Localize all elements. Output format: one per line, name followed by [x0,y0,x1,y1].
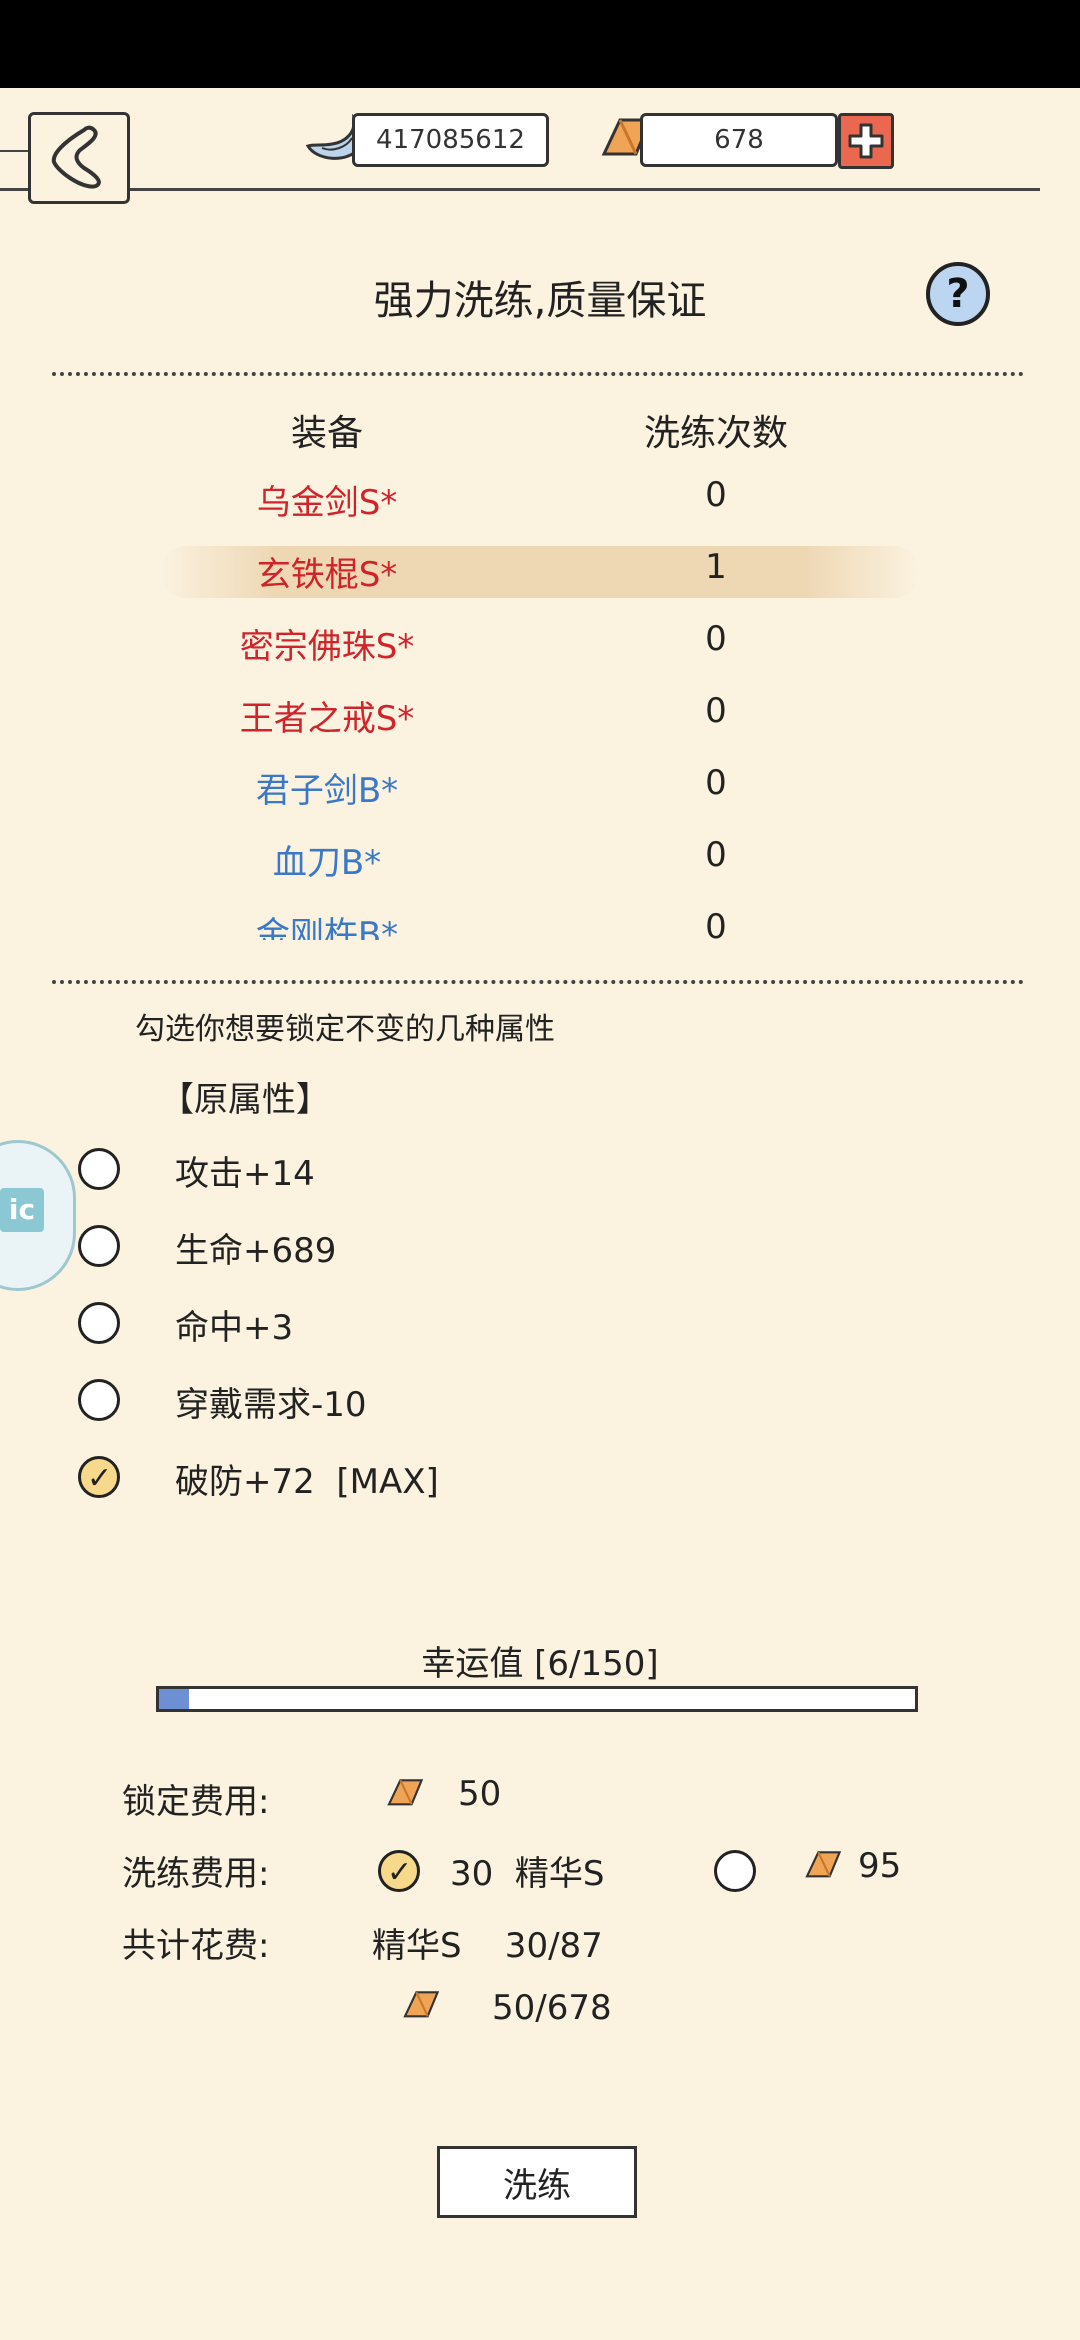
floating-assistant-icon: ic [0,1188,44,1232]
wash-cost-essence-radio[interactable]: ✓ [378,1850,420,1892]
attribute-label: 破防+72 [MAX] [175,1462,439,1502]
luck-value-label: 幸运值 [6/150] [421,1644,659,1684]
wash-cost-label: 洗练费用: [122,1854,270,1894]
attribute-lock-checkbox[interactable] [78,1225,120,1267]
wash-count: 1 [705,547,727,587]
wash-cost-essence: 30 精华S [450,1854,605,1894]
attribute-label: 命中+3 [175,1308,294,1348]
equipment-row[interactable]: 玄铁棍S* 1 [0,547,1080,607]
total-gold-cost: 50/678 [492,1988,612,2028]
equipment-row[interactable]: 血刀B* 0 [0,835,1080,895]
add-gold-button[interactable] [838,113,894,169]
gold-amount: 678 [640,113,838,167]
wash-count: 0 [705,763,727,803]
equipment-name: 血刀B* [272,843,382,883]
equipment-name: 君子剑B* [255,771,399,811]
column-header-count: 洗练次数 [643,413,788,454]
luck-progress-bar [156,1686,918,1712]
lock-cost-label: 锁定费用: [122,1782,270,1822]
wash-count: 0 [705,475,727,515]
gold-bar-icon [805,1851,842,1878]
equipment-name: 王者之戒S* [239,699,415,739]
top-divider [0,188,1040,191]
page-title: 强力洗练,质量保证 [373,278,707,324]
wash-count: 0 [705,619,727,659]
attribute-label: 穿戴需求-10 [175,1385,367,1425]
wash-button[interactable]: 洗练 [437,2146,637,2218]
wash-count: 0 [705,691,727,731]
divider-middle [52,980,1024,984]
wash-count: 0 [705,907,727,940]
gold-bar-icon [387,1779,424,1806]
equipment-name: 金刚杵B* [255,915,399,940]
equipment-row[interactable]: 金刚杵B* 0 [0,907,1080,940]
column-header-equipment: 装备 [290,413,363,454]
attribute-label: 生命+689 [175,1231,337,1271]
equipment-name: 乌金剑S* [256,483,398,523]
attribute-lock-checkbox[interactable] [78,1379,120,1421]
equipment-name: 玄铁棍S* [256,555,398,595]
equipment-name: 密宗佛珠S* [239,627,415,667]
luck-progress-fill [159,1689,190,1709]
divider-top [52,372,1024,376]
back-button[interactable] [28,112,130,204]
status-bar [0,0,1080,88]
plus-icon [848,123,884,159]
help-button[interactable]: ? [926,262,990,326]
attribute-lock-checkbox[interactable]: ✓ [78,1456,120,1498]
equipment-row[interactable]: 王者之戒S* 0 [0,691,1080,751]
lock-hint: 勾选你想要锁定不变的几种属性 [135,1012,555,1047]
equipment-row[interactable]: 君子剑B* 0 [0,763,1080,823]
top-divider-left [0,150,30,152]
gold-bar-icon [403,1991,440,2018]
equipment-row[interactable]: 乌金剑S* 0 [0,475,1080,535]
wash-count: 0 [705,835,727,875]
back-arrow-icon [51,125,101,189]
wash-cost-gold-radio[interactable] [714,1850,756,1892]
silver-amount: 417085612 [352,113,549,167]
help-icon: ? [946,271,970,317]
equipment-row[interactable]: 密宗佛珠S* 0 [0,619,1080,679]
attribute-lock-checkbox[interactable] [78,1302,120,1344]
check-icon: ✓ [87,1461,113,1496]
wash-cost-gold: 95 [858,1846,902,1886]
check-icon: ✓ [387,1855,413,1890]
total-essence-cost: 精华S 30/87 [372,1926,603,1966]
original-attributes-label: 【原属性】 [160,1080,330,1120]
total-cost-label: 共计花费: [122,1926,270,1966]
attribute-lock-checkbox[interactable] [78,1148,120,1190]
attribute-label: 攻击+14 [175,1154,315,1194]
lock-cost-value: 50 [458,1774,502,1814]
equipment-list[interactable]: 乌金剑S* 0 玄铁棍S* 1 密宗佛珠S* 0 王者之戒S* 0 君子剑B* 0 血刀B* 0 金刚杵… [0,455,1080,940]
